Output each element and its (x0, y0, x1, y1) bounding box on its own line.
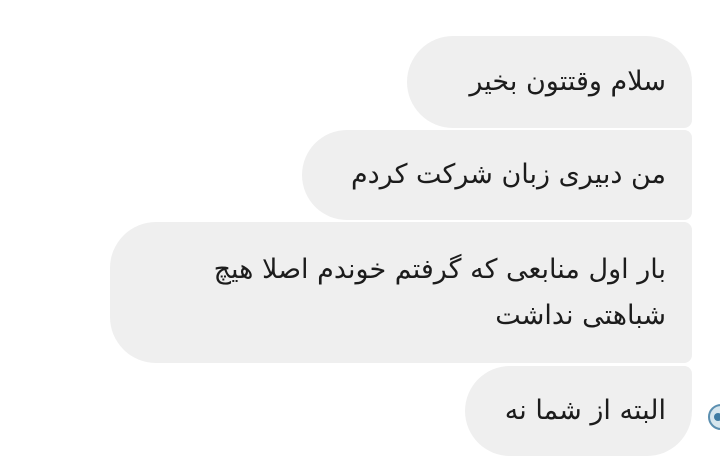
message-text: من دبیری زبان شرکت کردم (350, 159, 666, 190)
message-bubble-1[interactable]: سلام وقتتون بخیر (407, 36, 692, 128)
message-text: البته از شما نه (504, 395, 666, 426)
message-text: بار اول منابعی که گرفتم خوندم اصلا هیچ ش… (213, 254, 666, 331)
message-bubble-4[interactable]: البته از شما نه (465, 366, 692, 456)
message-text: سلام وقتتون بخیر (469, 66, 666, 97)
chat-thread: سلام وقتتون بخیر من دبیری زبان شرکت کردم… (0, 0, 720, 474)
avatar-dot (714, 413, 720, 421)
message-bubble-2[interactable]: من دبیری زبان شرکت کردم (302, 130, 692, 220)
user-avatar-icon[interactable] (708, 404, 720, 430)
message-bubble-3[interactable]: بار اول منابعی که گرفتم خوندم اصلا هیچ ش… (110, 222, 692, 363)
